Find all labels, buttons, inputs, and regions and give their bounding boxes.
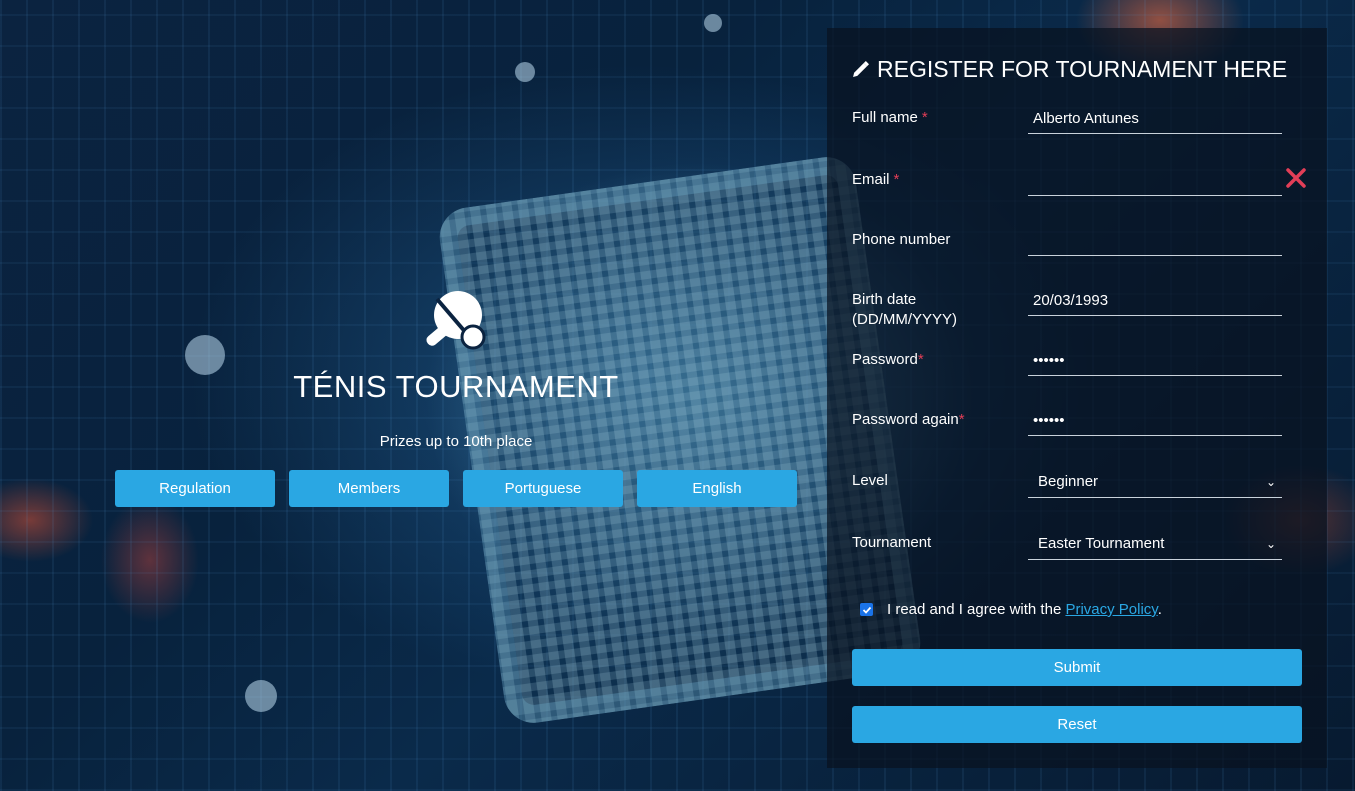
portuguese-button[interactable]: Portuguese <box>463 470 623 507</box>
phone-input[interactable] <box>1028 226 1282 256</box>
password-row: Password* <box>852 346 1282 390</box>
registration-panel: REGISTER FOR TOURNAMENT HERE Full name * … <box>827 28 1327 768</box>
agreement-text-before: I read and I agree with the <box>887 601 1066 618</box>
submit-button[interactable]: Submit <box>852 649 1302 686</box>
members-button[interactable]: Members <box>289 470 449 507</box>
birth-date-row: Birth date (DD/MM/YYYY) <box>852 286 1282 330</box>
close-icon <box>1286 168 1306 188</box>
english-button[interactable]: English <box>637 470 797 507</box>
birth-date-label-text: Birth date <box>852 291 917 308</box>
phone-label: Phone number <box>852 231 951 248</box>
password-again-label: Password again* <box>852 410 1027 430</box>
ping-pong-paddle-icon <box>426 291 486 350</box>
privacy-checkbox[interactable] <box>860 603 873 616</box>
password-label: Password* <box>852 350 1027 370</box>
required-mark: * <box>958 411 965 428</box>
background-light <box>515 62 535 82</box>
full-name-input[interactable] <box>1028 104 1282 134</box>
full-name-label: Full name * <box>852 108 1027 128</box>
hero-section: TÉNIS TOURNAMENT Prizes up to 10th place… <box>115 285 797 507</box>
password-again-label-text: Password again <box>852 411 959 428</box>
privacy-agreement: I read and I agree with the Privacy Poli… <box>860 601 1162 618</box>
level-select[interactable]: Beginner ⌄ <box>1028 467 1282 498</box>
email-label-text: Email <box>852 171 890 188</box>
privacy-agreement-text: I read and I agree with the Privacy Poli… <box>887 601 1162 618</box>
tournament-select[interactable]: Easter Tournament ⌄ <box>1028 529 1282 560</box>
hero-button-group: Regulation Members Portuguese English <box>115 470 797 507</box>
hero-subtitle: Prizes up to 10th place <box>379 433 533 450</box>
level-select-value: Beginner <box>1038 473 1099 490</box>
chevron-down-icon: ⌄ <box>1265 537 1276 551</box>
email-label: Email * <box>852 170 1027 190</box>
tournament-label: Tournament <box>852 534 932 551</box>
chevron-down-icon: ⌄ <box>1265 475 1276 489</box>
phone-row: Phone number <box>852 226 1282 270</box>
password-again-input[interactable] <box>1028 406 1282 436</box>
full-name-row: Full name * <box>852 104 1282 148</box>
background-light <box>704 14 722 32</box>
birth-date-input[interactable] <box>1028 286 1282 316</box>
birth-date-format-hint: (DD/MM/YYYY) <box>852 311 957 328</box>
email-row: Email * <box>852 166 1282 210</box>
tournament-select-value: Easter Tournament <box>1038 535 1165 552</box>
required-mark: * <box>921 109 928 126</box>
required-mark: * <box>893 171 900 188</box>
birth-date-label: Birth date (DD/MM/YYYY) <box>852 290 1027 330</box>
pencil-icon <box>853 61 869 77</box>
password-input[interactable] <box>1028 346 1282 376</box>
regulation-button[interactable]: Regulation <box>115 470 275 507</box>
background-light <box>245 680 277 712</box>
reset-button[interactable]: Reset <box>852 706 1302 743</box>
tournament-row: Tournament Easter Tournament ⌄ <box>852 533 1282 573</box>
level-label: Level <box>852 472 888 489</box>
hero-title: TÉNIS TOURNAMENT <box>293 369 619 404</box>
privacy-policy-link[interactable]: Privacy Policy <box>1065 601 1157 618</box>
password-label-text: Password <box>852 351 918 368</box>
form-title: REGISTER FOR TOURNAMENT HERE <box>852 56 1287 83</box>
full-name-label-text: Full name <box>852 109 918 126</box>
checkmark-icon <box>862 606 871 614</box>
email-input[interactable] <box>1028 166 1282 196</box>
agreement-text-after: . <box>1157 601 1162 618</box>
form-title-text: REGISTER FOR TOURNAMENT HERE <box>877 56 1288 82</box>
level-row: Level Beginner ⌄ <box>852 471 1282 511</box>
required-mark: * <box>917 351 924 368</box>
password-again-row: Password again* <box>852 406 1282 450</box>
